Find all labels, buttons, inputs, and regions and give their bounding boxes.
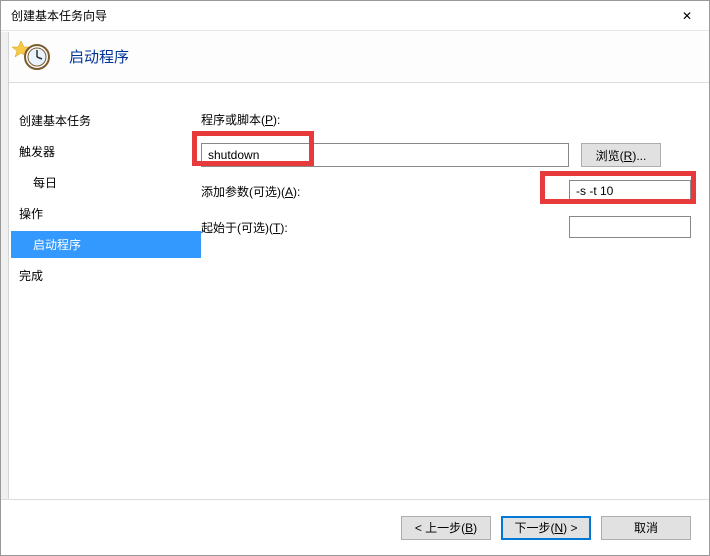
- back-button[interactable]: < 上一步(B): [401, 516, 491, 540]
- wizard-steps-sidebar: 创建基本任务 触发器 每日 操作 启动程序 完成: [1, 83, 201, 501]
- args-label: 添加参数(可选)(A):: [201, 183, 300, 200]
- args-input[interactable]: [569, 180, 691, 202]
- sidebar-item-daily[interactable]: 每日: [11, 169, 201, 196]
- form-content: 程序或脚本(P): 浏览(R)... 添加参数(可选)(A): 起始于(可选)(…: [201, 83, 709, 501]
- program-input[interactable]: [201, 143, 569, 167]
- startin-row: 起始于(可选)(T):: [201, 215, 691, 239]
- next-button[interactable]: 下一步(N) >: [501, 516, 591, 540]
- sidebar-item-create-basic-task[interactable]: 创建基本任务: [11, 107, 201, 134]
- sidebar-item-finish[interactable]: 完成: [11, 262, 201, 289]
- startin-label: 起始于(可选)(T):: [201, 219, 288, 236]
- sidebar-item-start-program[interactable]: 启动程序: [11, 231, 201, 258]
- close-button[interactable]: ✕: [665, 1, 709, 31]
- titlebar: 创建基本任务向导 ✕: [1, 1, 709, 31]
- window-title: 创建基本任务向导: [11, 7, 107, 24]
- page-title: 启动程序: [69, 46, 129, 67]
- startin-input[interactable]: [569, 216, 691, 238]
- program-input-row: 浏览(R)...: [201, 143, 691, 167]
- close-icon: ✕: [682, 9, 692, 23]
- program-label: 程序或脚本(P):: [201, 111, 317, 128]
- sidebar-item-trigger[interactable]: 触发器: [11, 138, 201, 165]
- cancel-button[interactable]: 取消: [601, 516, 691, 540]
- wizard-footer: < 上一步(B) 下一步(N) > 取消: [1, 499, 709, 555]
- program-label-row: 程序或脚本(P):: [201, 107, 691, 131]
- browse-button[interactable]: 浏览(R)...: [581, 143, 661, 167]
- sidebar-item-action[interactable]: 操作: [11, 200, 201, 227]
- wizard-icon: [9, 41, 53, 73]
- background-edge: [1, 32, 9, 555]
- args-row: 添加参数(可选)(A):: [201, 179, 691, 203]
- main-area: 创建基本任务 触发器 每日 操作 启动程序 完成 程序或脚本(P): 浏览(R)…: [1, 83, 709, 501]
- wizard-header: 启动程序: [1, 31, 709, 83]
